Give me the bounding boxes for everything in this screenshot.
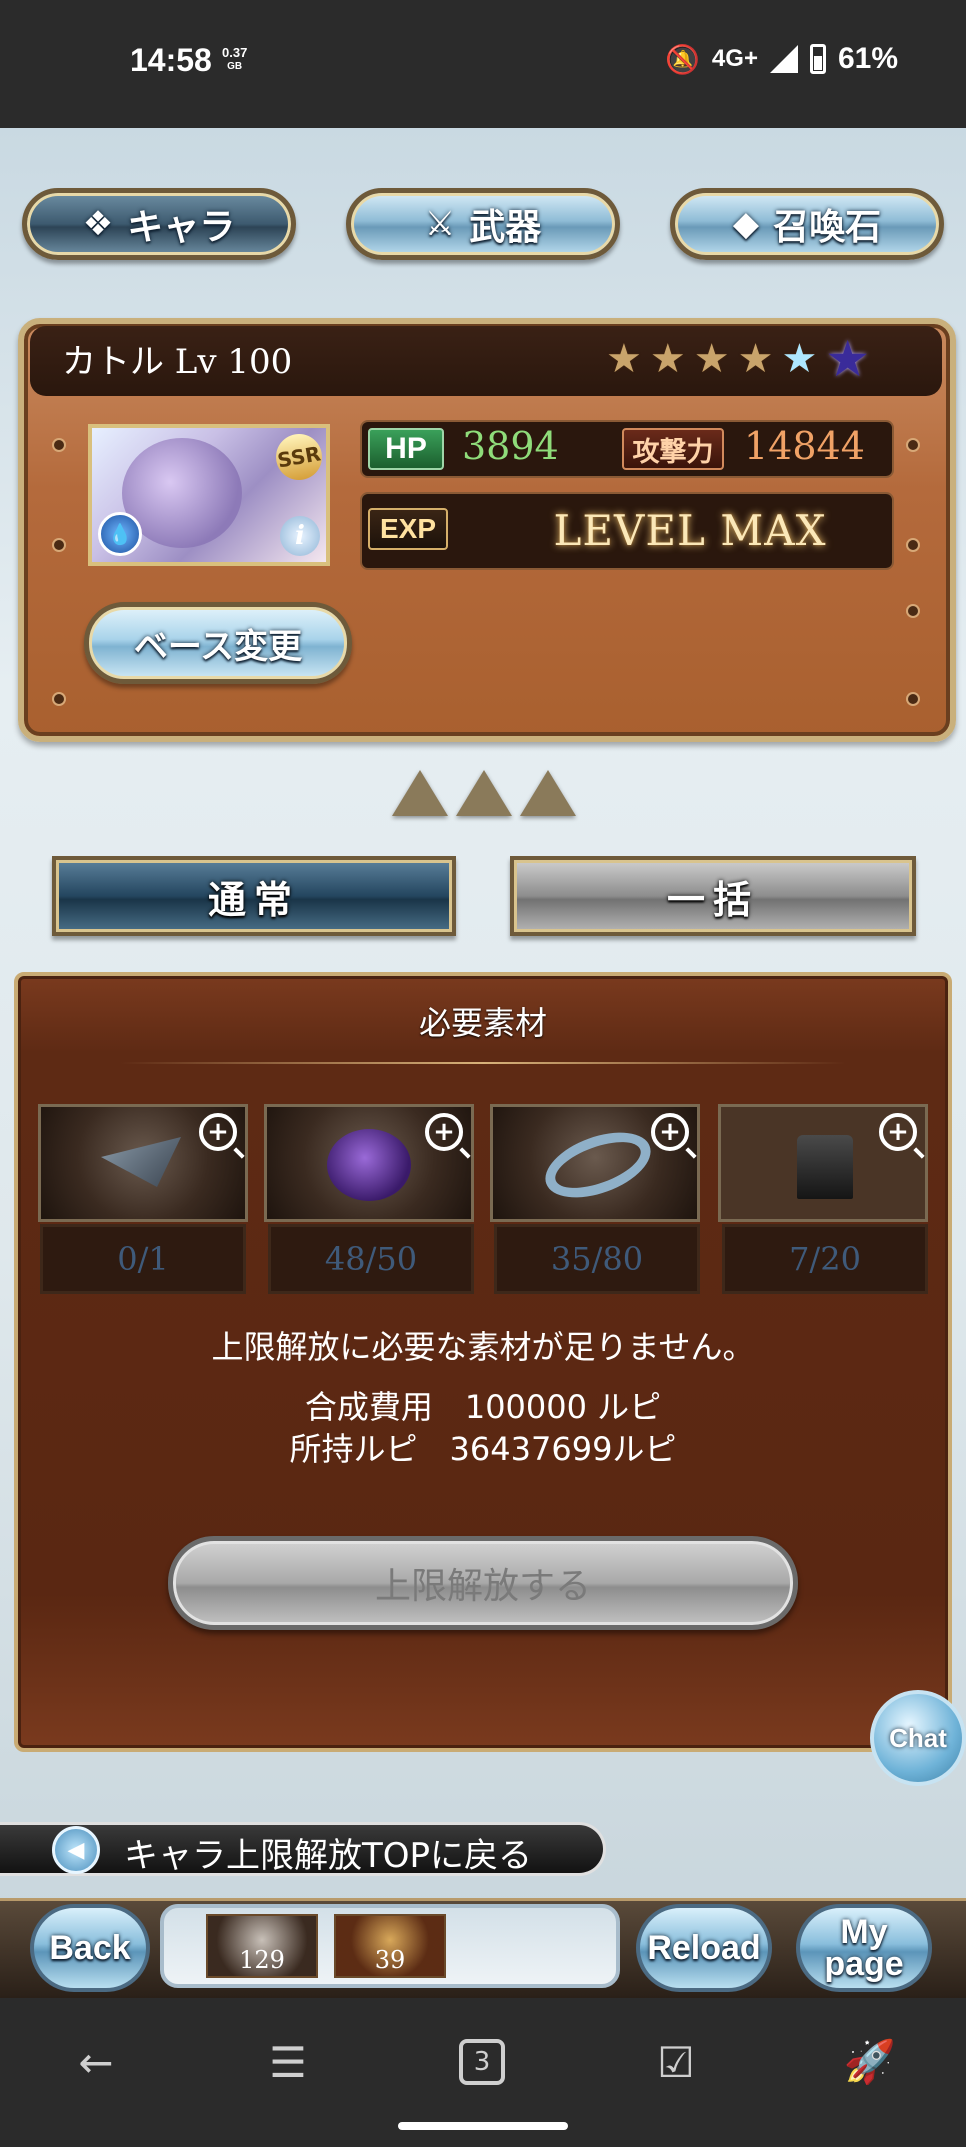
- material-count-4: 7/20: [722, 1224, 928, 1294]
- material-count-3: 35/80: [494, 1224, 700, 1294]
- info-icon[interactable]: i: [280, 516, 320, 556]
- character-portrait[interactable]: SSR 💧 i: [88, 424, 330, 566]
- star-rating: ★ ★ ★ ★ ★ ★: [606, 330, 870, 388]
- exp-label: EXP: [368, 508, 448, 550]
- hp-value: 3894: [462, 424, 559, 468]
- back-arrow-icon[interactable]: ◀: [52, 1826, 100, 1874]
- tab-summon-stone[interactable]: ◆ 召喚石: [670, 188, 944, 260]
- material-count-1: 0/1: [40, 1224, 246, 1294]
- nav-check-icon[interactable]: ☑: [646, 2032, 706, 2092]
- rivet: [908, 540, 918, 550]
- mypage-label-line1: My: [840, 1913, 888, 1951]
- attack-value: 14844: [744, 424, 865, 468]
- owned-rupie: 所持ルピ 36437699ルピ: [289, 1430, 677, 1468]
- level-max-text: LEVEL MAX: [553, 506, 827, 555]
- tab-weapon-label: 武器: [469, 207, 542, 248]
- rivet: [54, 440, 64, 450]
- tab-summon-stone-label: 召喚石: [773, 207, 882, 248]
- nav-back-icon[interactable]: ←: [66, 2032, 126, 2092]
- data-speed-indicator: 0.37 GB: [222, 46, 247, 74]
- mypage-button[interactable]: My page: [796, 1904, 932, 1992]
- star-icon: ★: [737, 336, 774, 382]
- uncap-triangle-icon: [456, 770, 512, 816]
- uncap-triangle-indicators: [392, 770, 576, 816]
- reload-button-label: Reload: [647, 1929, 761, 1967]
- uncap-button[interactable]: 上限解放する: [168, 1536, 798, 1630]
- rivet: [54, 540, 64, 550]
- material-slot-4[interactable]: +: [718, 1104, 928, 1222]
- nav-menu-icon[interactable]: ☰: [258, 2032, 318, 2092]
- material-slot-2[interactable]: +: [264, 1104, 474, 1222]
- water-element-icon: 💧: [98, 512, 142, 556]
- nav-rocket-icon[interactable]: 🚀: [840, 2032, 900, 2092]
- material-slot-3[interactable]: +: [490, 1104, 700, 1222]
- title-divider: [120, 1062, 846, 1064]
- tab-chara[interactable]: ❖ キャラ: [22, 188, 296, 260]
- rivet: [908, 440, 918, 450]
- summon-stone-icon: ◆: [732, 204, 760, 244]
- base-change-button[interactable]: ベース変更: [84, 602, 352, 684]
- home-indicator[interactable]: [398, 2122, 568, 2130]
- material-crystal-shard: [101, 1137, 181, 1187]
- status-time: 14:58: [130, 42, 212, 78]
- battery-icon: [809, 44, 826, 74]
- back-to-uncap-top-label[interactable]: キャラ上限解放TOPに戻る: [124, 1828, 532, 1877]
- star-icon: ★: [606, 336, 642, 382]
- material-slot-1[interactable]: +: [38, 1104, 248, 1222]
- attack-label: 攻撃力: [622, 428, 724, 470]
- network-type: 4G+: [711, 45, 758, 72]
- star-icon: ★: [693, 336, 730, 382]
- tab-chara-label: キャラ: [127, 207, 236, 248]
- synthesis-cost: 合成費用 100000 ルピ: [304, 1388, 662, 1426]
- rivet: [908, 694, 918, 704]
- chara-icon: ❖: [82, 204, 114, 244]
- data-speed-value: 0.37: [222, 45, 248, 60]
- nav-tabs-icon[interactable]: 3: [452, 2032, 512, 2092]
- zoom-in-icon[interactable]: +: [199, 1113, 237, 1151]
- battery-level: 61%: [837, 42, 898, 75]
- weapon-icon: ⚔: [424, 204, 456, 244]
- material-purple-orb: [327, 1129, 411, 1201]
- material-count-2: 48/50: [268, 1224, 474, 1294]
- inventory-item-1[interactable]: 129: [206, 1914, 318, 1978]
- zoom-in-icon[interactable]: +: [425, 1113, 463, 1151]
- back-button[interactable]: Back: [30, 1904, 150, 1992]
- signal-icon: [769, 45, 798, 73]
- character-name-level: カトル Lv 100: [62, 342, 293, 382]
- reload-button[interactable]: Reload: [636, 1904, 772, 1992]
- insufficient-materials-message: 上限解放に必要な素材が足りません。: [211, 1328, 755, 1366]
- rivet: [54, 694, 64, 704]
- blue-star-icon: ★: [781, 336, 818, 382]
- rarity-badge: SSR: [272, 430, 326, 484]
- mypage-label-line2: page: [824, 1945, 904, 1983]
- tab-count: 3: [459, 2039, 505, 2085]
- materials-title: 必要素材: [418, 1004, 547, 1042]
- tab-normal[interactable]: 通常: [52, 856, 456, 936]
- inventory-item-2[interactable]: 39: [334, 1914, 446, 1978]
- status-icons: 🔕 4G+ 61%: [665, 42, 898, 76]
- bell-off-icon: 🔕: [665, 43, 700, 75]
- data-speed-unit: GB: [227, 61, 243, 72]
- purple-star-icon: ★: [825, 330, 871, 388]
- uncap-triangle-icon: [520, 770, 576, 816]
- tab-bulk[interactable]: 一括: [510, 856, 916, 936]
- rivet: [908, 606, 918, 616]
- star-icon: ★: [649, 336, 686, 382]
- chat-button[interactable]: Chat: [870, 1690, 966, 1786]
- back-button-label: Back: [49, 1929, 131, 1967]
- material-dark-idol: [797, 1135, 853, 1199]
- tab-weapon[interactable]: ⚔ 武器: [346, 188, 620, 260]
- zoom-in-icon[interactable]: +: [879, 1113, 917, 1151]
- hp-label: HP: [368, 428, 444, 470]
- uncap-triangle-icon: [392, 770, 448, 816]
- zoom-in-icon[interactable]: +: [651, 1113, 689, 1151]
- material-ring: [536, 1119, 660, 1211]
